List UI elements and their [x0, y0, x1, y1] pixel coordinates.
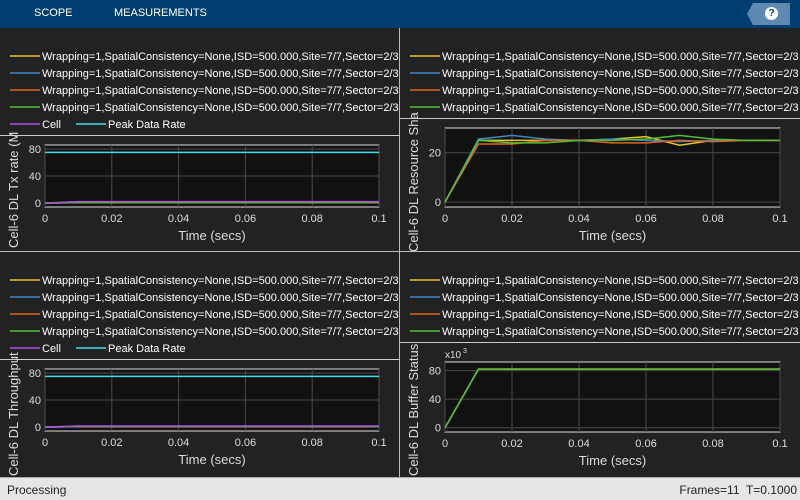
legend-label: Wrapping=1,SpatialConsistency=None,ISD=5… [42, 68, 399, 80]
panel-divider [0, 251, 800, 252]
x-axis-label: Time (secs) [579, 453, 646, 468]
legend-label: Wrapping=1,SpatialConsistency=None,ISD=5… [42, 85, 399, 97]
toolstrip: SCOPE MEASUREMENTS ? [0, 0, 800, 28]
chart-svg: Wrapping=1,SpatialConsistency=None,ISD=5… [0, 275, 400, 476]
legend-label: Wrapping=1,SpatialConsistency=None,ISD=5… [442, 85, 799, 97]
legend-label: Cell [42, 119, 61, 131]
x-tick-label: 0.04 [168, 437, 189, 449]
y-axis-label: Cell-6 DL Resource Sha [406, 112, 421, 252]
x-tick-label: 0.08 [301, 437, 322, 449]
help-button[interactable]: ? [747, 3, 790, 25]
x-tick-label: 0.04 [568, 438, 589, 450]
panel-divider [399, 28, 400, 477]
y-tick-label: 40 [429, 394, 441, 406]
y-tick-label: 80 [29, 368, 41, 380]
legend-label: Wrapping=1,SpatialConsistency=None,ISD=5… [42, 51, 399, 63]
x-tick-label: 0.06 [235, 437, 256, 449]
x-tick-label: 0.06 [635, 438, 656, 450]
chart-svg: Wrapping=1,SpatialConsistency=None,ISD=5… [400, 51, 800, 252]
x-tick-label: 0.02 [101, 437, 122, 449]
y-tick-label: 40 [29, 171, 41, 183]
x-tick-label: 0 [42, 213, 48, 225]
y-axis-label: Cell-6 DL Buffer Status [406, 343, 421, 476]
y-multiplier-exponent: 3 [463, 348, 467, 355]
x-tick-label: 0.1 [772, 213, 787, 225]
plot-panel-resource-share: Wrapping=1,SpatialConsistency=None,ISD=5… [400, 28, 800, 252]
y-tick-label: 0 [35, 198, 41, 210]
help-icon: ? [765, 7, 778, 20]
legend-label: Wrapping=1,SpatialConsistency=None,ISD=5… [442, 275, 799, 287]
y-axis-label: Cell-6 DL Throughput [6, 352, 21, 476]
plot-panel-throughput: Wrapping=1,SpatialConsistency=None,ISD=5… [0, 252, 400, 476]
legend-label: Wrapping=1,SpatialConsistency=None,ISD=5… [42, 102, 399, 114]
x-tick-label: 0.1 [371, 437, 386, 449]
y-tick-label: 0 [35, 422, 41, 434]
plot-area [444, 361, 781, 433]
x-tick-label: 0.08 [702, 213, 723, 225]
y-tick-label: 80 [29, 144, 41, 156]
legend-label: Wrapping=1,SpatialConsistency=None,ISD=5… [442, 102, 799, 114]
x-tick-label: 0.06 [235, 213, 256, 225]
y-multiplier: x10 [445, 350, 462, 361]
y-tick-label: 0 [435, 423, 441, 435]
legend-label: Wrapping=1,SpatialConsistency=None,ISD=5… [42, 326, 399, 338]
x-tick-label: 0 [442, 438, 448, 450]
x-tick-label: 0.02 [501, 438, 522, 450]
x-tick-label: 0.08 [301, 213, 322, 225]
frames-count: Frames=11 [679, 483, 740, 497]
legend-label: Wrapping=1,SpatialConsistency=None,ISD=5… [42, 275, 399, 287]
y-tick-label: 20 [429, 148, 441, 160]
x-tick-label: 0.02 [101, 213, 122, 225]
x-tick-label: 0.1 [371, 213, 386, 225]
x-axis-label: Time (secs) [579, 228, 646, 243]
x-axis-label: Time (secs) [178, 452, 245, 467]
y-tick-label: 0 [435, 197, 441, 209]
legend-label: Wrapping=1,SpatialConsistency=None,ISD=5… [42, 292, 399, 304]
x-tick-label: 0.1 [772, 438, 787, 450]
x-tick-label: 0 [42, 437, 48, 449]
plot-panel-buffer-status: Wrapping=1,SpatialConsistency=None,ISD=5… [400, 252, 800, 476]
legend-label: Wrapping=1,SpatialConsistency=None,ISD=5… [442, 292, 799, 304]
status-bar: Processing Frames=11 T=0.1000 [0, 477, 800, 500]
status-text: Processing [7, 483, 67, 497]
legend-label: Wrapping=1,SpatialConsistency=None,ISD=5… [442, 309, 799, 321]
legend-label: Peak Data Rate [108, 343, 186, 355]
x-tick-label: 0.04 [168, 213, 189, 225]
x-axis-label: Time (secs) [178, 228, 245, 243]
legend-label: Wrapping=1,SpatialConsistency=None,ISD=5… [442, 68, 799, 80]
legend-label: Peak Data Rate [108, 119, 186, 131]
x-tick-label: 0.04 [568, 213, 589, 225]
y-tick-label: 80 [429, 366, 441, 378]
x-tick-label: 0 [442, 213, 448, 225]
tab-scope[interactable]: SCOPE [34, 7, 73, 19]
x-tick-label: 0.08 [702, 438, 723, 450]
sim-time: T=0.1000 [745, 483, 797, 497]
legend-label: Cell [42, 343, 61, 355]
legend-label: Wrapping=1,SpatialConsistency=None,ISD=5… [442, 51, 799, 63]
plot-panel-tx-rate: Wrapping=1,SpatialConsistency=None,ISD=5… [0, 28, 400, 252]
x-tick-label: 0.02 [501, 213, 522, 225]
tab-measurements[interactable]: MEASUREMENTS [114, 7, 207, 19]
legend-label: Wrapping=1,SpatialConsistency=None,ISD=5… [442, 326, 799, 338]
legend-label: Wrapping=1,SpatialConsistency=None,ISD=5… [42, 309, 399, 321]
x-tick-label: 0.06 [635, 213, 656, 225]
chart-svg: Wrapping=1,SpatialConsistency=None,ISD=5… [0, 51, 400, 248]
y-tick-label: 40 [29, 395, 41, 407]
chart-svg: Wrapping=1,SpatialConsistency=None,ISD=5… [400, 275, 800, 476]
y-axis-label: Cell-6 DL Tx rate (M [6, 132, 21, 248]
